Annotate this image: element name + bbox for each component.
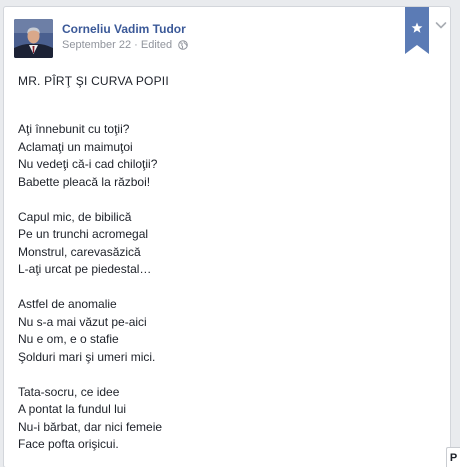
avatar[interactable]	[14, 19, 53, 58]
poem-line: Şolduri mari şi umeri mici.	[18, 349, 156, 364]
poem-line: Face pofta orişicui.	[18, 437, 119, 451]
author-name-link[interactable]: Corneliu Vadim Tudor	[62, 22, 186, 36]
stanza: Capul mic, de bibilică Pe un trunchi acr…	[18, 209, 162, 279]
poem-body: Aţi înnebunit cu toţii? Aclamaţi un maim…	[18, 121, 162, 467]
poem-line: Aclamaţi un maimuţoi	[18, 139, 133, 154]
post-date-link[interactable]: September 22	[62, 39, 131, 51]
poem-line: Astfel de anomalie	[18, 297, 117, 311]
post-options-button[interactable]	[435, 20, 447, 30]
poem-line: A pontat la fundul lui	[18, 402, 127, 416]
poem-line: Tata-socru, ce idee	[18, 384, 120, 399]
poem-line: Nu e om, e o stafie	[18, 332, 119, 346]
poem-line: Aţi înnebunit cu toţii?	[18, 122, 130, 136]
page: Corneliu Vadim Tudor September 22 · Edit…	[0, 0, 460, 467]
poem-line: Nu s-a mai văzut pe-aici	[18, 314, 147, 329]
post-meta: September 22 · Edited	[62, 39, 188, 53]
corner-tab-button[interactable]: P	[446, 447, 460, 467]
edited-link[interactable]: Edited	[141, 39, 172, 51]
meta-separator: ·	[131, 39, 141, 51]
poem-line: Capul mic, de bibilică	[18, 209, 132, 224]
poem-line: Monstrul, carevasăzică	[18, 244, 141, 259]
poem-line: Babette pleacă la război!	[18, 174, 151, 189]
stanza: Aţi înnebunit cu toţii? Aclamaţi un maim…	[18, 121, 162, 191]
poem-title: MR. PÎRŢ ŞI CURVA POPII	[18, 74, 169, 88]
stanza: Astfel de anomalie Nu s-a mai văzut pe-a…	[18, 296, 162, 366]
poem-line: Nu-i bărbat, dar nici femeie	[18, 419, 163, 434]
post-card: Corneliu Vadim Tudor September 22 · Edit…	[3, 6, 451, 467]
poem-line: Pe un trunchi acromegal	[18, 227, 149, 241]
poem-line: L-aţi urcat pe piedestal…	[18, 262, 152, 276]
chevron-down-icon	[435, 22, 447, 29]
poem-line: Nu vedeţi că-i cad chiloţii?	[18, 157, 158, 171]
stanza: Tata-socru, ce idee A pontat la fundul l…	[18, 384, 162, 454]
favorite-bookmark-button[interactable]	[405, 7, 429, 54]
globe-icon[interactable]	[178, 40, 188, 53]
